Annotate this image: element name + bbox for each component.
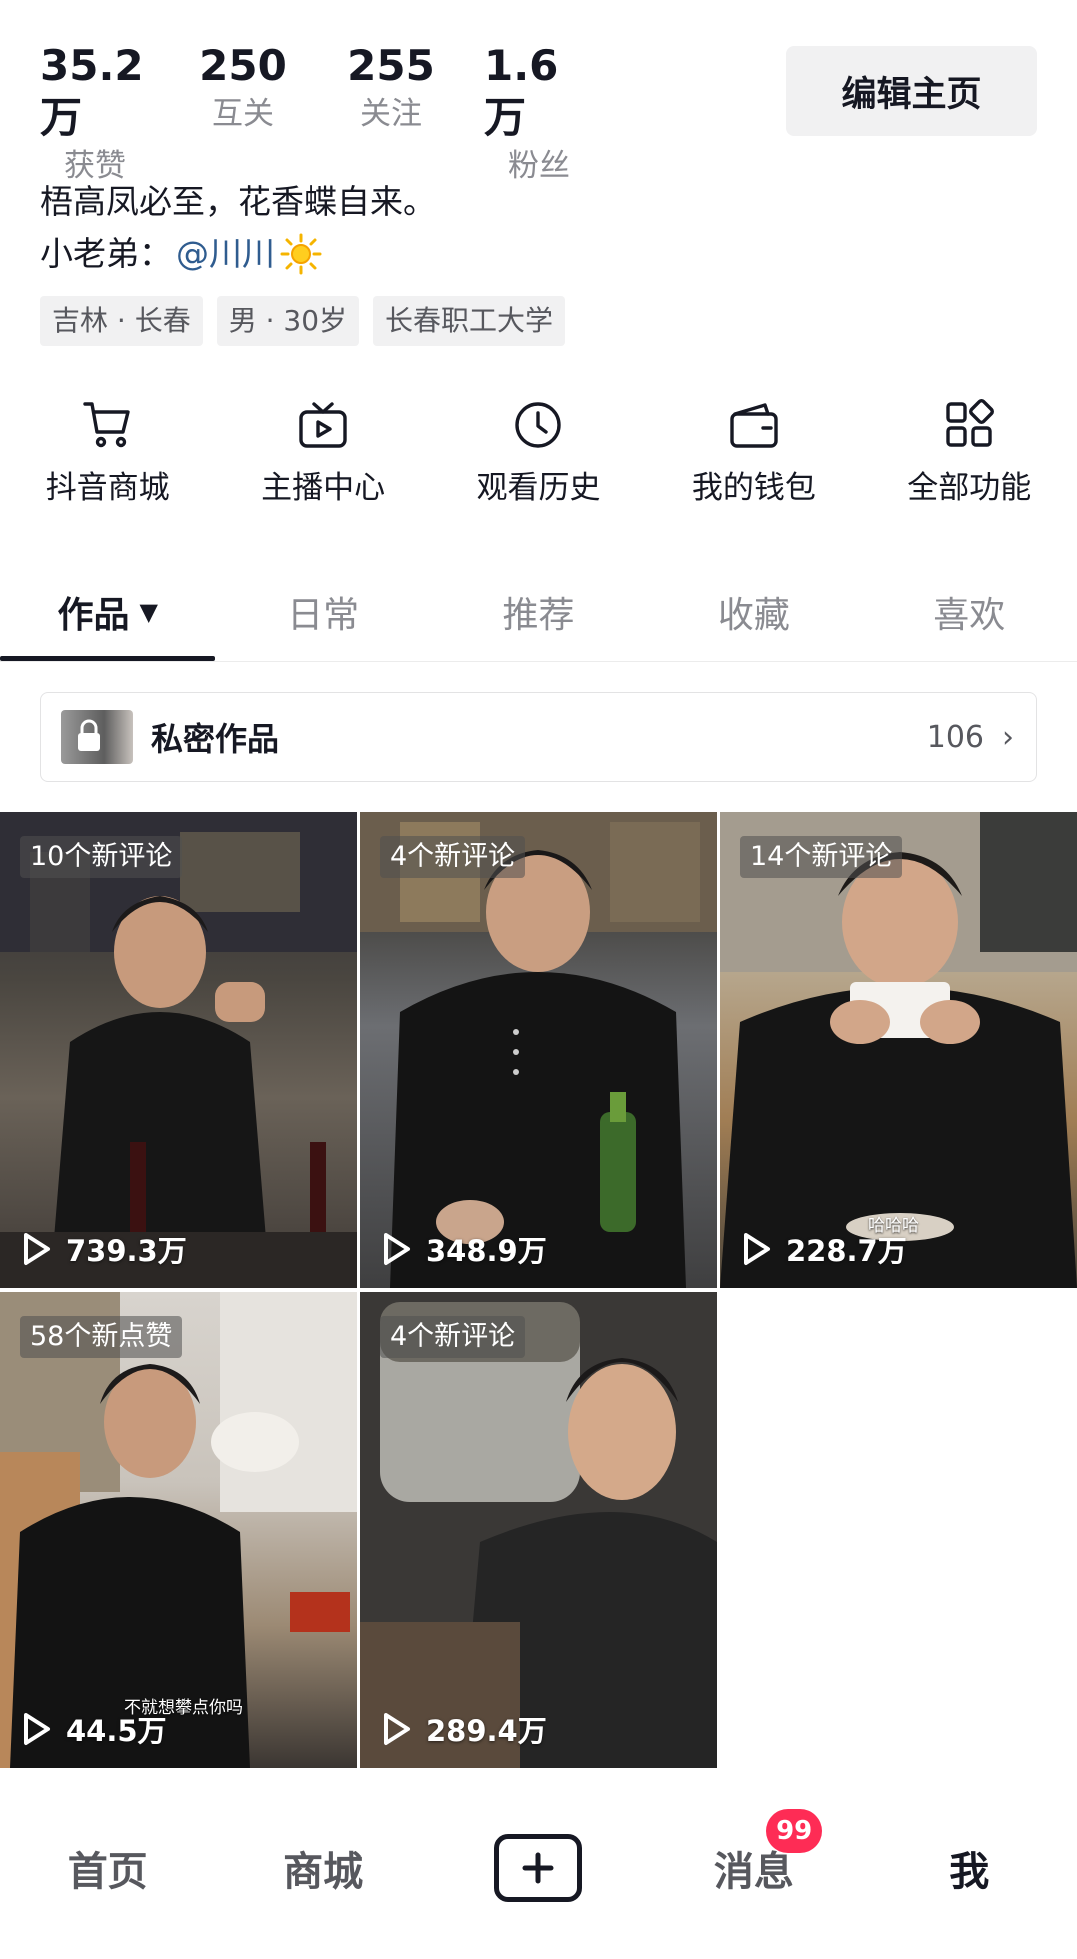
tag-gender-age: 男 · 30岁: [216, 296, 360, 346]
nav-me[interactable]: 我: [862, 1839, 1077, 1897]
video-tile[interactable]: 10个新评论 739.3万: [0, 812, 357, 1288]
tab-daily[interactable]: 日常: [215, 578, 430, 646]
func-douyin-mall[interactable]: 抖音商城: [0, 398, 215, 508]
video-tile[interactable]: 58个新点赞 不就想攀点你吗 44.5万: [0, 1292, 357, 1768]
plus-icon: [522, 1852, 554, 1884]
func-label: 全部功能: [907, 470, 1032, 506]
profile-tags: 吉林 · 长春 男 · 30岁 长春职工大学: [40, 296, 566, 346]
play-count-value: 289.4万: [426, 1714, 547, 1748]
create-button[interactable]: [494, 1834, 583, 1902]
func-streamer-center[interactable]: 主播中心: [215, 398, 430, 508]
bottom-navigation: 首页 商城 消息 99 我: [0, 1809, 1077, 1924]
video-tile[interactable]: 4个新评论 348.9万: [360, 812, 717, 1288]
play-count-value: 44.5万: [66, 1714, 167, 1748]
stat-likes-value: 35.2万: [40, 41, 144, 142]
stat-followers-label: 粉丝: [508, 148, 570, 184]
play-count: 44.5万: [22, 1708, 167, 1750]
play-count: 289.4万: [382, 1708, 547, 1750]
func-all-features[interactable]: 全部功能: [862, 398, 1077, 508]
tab-favorites-label: 收藏: [717, 595, 790, 636]
clock-icon: [515, 402, 562, 448]
tab-works[interactable]: 作品 ▼: [0, 578, 215, 646]
stat-following-label: 关注: [360, 96, 422, 132]
cart-icon: [82, 402, 130, 448]
tab-recommend-label: 推荐: [502, 595, 575, 636]
edit-profile-button[interactable]: 编辑主页: [786, 46, 1037, 136]
nav-mall[interactable]: 商城: [215, 1839, 430, 1897]
bio-mention-link[interactable]: @川川: [176, 232, 275, 276]
new-activity-badge: 4个新评论: [380, 836, 526, 878]
play-count: 228.7万: [742, 1228, 907, 1270]
video-tile[interactable]: 14个新评论 哈哈哈 228.7万: [720, 812, 1077, 1288]
caret-down-icon: ▼: [139, 598, 158, 626]
nav-home-label: 首页: [67, 1849, 148, 1895]
play-icon: [384, 1713, 410, 1745]
stat-likes[interactable]: 35.2万 获赞: [40, 40, 150, 186]
stat-following-value: 255: [347, 41, 435, 90]
private-works-entry[interactable]: 私密作品 106 ›: [40, 692, 1037, 782]
tag-school[interactable]: 长春职工大学: [373, 296, 566, 346]
active-tab-indicator: [0, 656, 215, 661]
tab-daily-label: 日常: [287, 595, 360, 636]
play-icon: [24, 1233, 50, 1265]
play-count-value: 739.3万: [66, 1234, 187, 1268]
tab-favorites[interactable]: 收藏: [646, 578, 861, 646]
video-thumbnail-image: [360, 812, 717, 1288]
func-label: 观看历史: [476, 470, 601, 506]
stat-followers-value: 1.6万: [484, 41, 559, 142]
bio-line-2: 小老弟： @川川: [40, 232, 323, 276]
new-activity-badge: 14个新评论: [740, 836, 903, 878]
stat-mutual[interactable]: 250 互关: [188, 40, 298, 186]
nav-mall-label: 商城: [283, 1849, 364, 1895]
profile-stats: 35.2万 获赞 250 互关 255 关注 1.6万 粉丝: [40, 40, 594, 186]
nav-me-label: 我: [949, 1849, 990, 1895]
nav-create[interactable]: [431, 1834, 646, 1902]
nav-home[interactable]: 首页: [0, 1839, 215, 1897]
func-label: 我的钱包: [691, 470, 816, 506]
video-tile[interactable]: 4个新评论 289.4万: [360, 1292, 717, 1768]
lock-icon: [78, 719, 100, 751]
stat-mutual-value: 250: [199, 41, 287, 90]
func-watch-history[interactable]: 观看历史: [431, 398, 646, 508]
content-tabs: 作品 ▼ 日常 推荐 收藏 喜欢: [0, 578, 1077, 662]
stat-followers[interactable]: 1.6万 粉丝: [484, 40, 594, 186]
sun-emoji-icon: [280, 233, 322, 275]
private-works-count: 106: [926, 719, 984, 755]
tv-play-icon: [299, 402, 347, 448]
bio-line-1: 梧高凤必至，花香蝶自来。: [40, 182, 436, 221]
func-label: 主播中心: [261, 470, 386, 506]
video-thumbnail-image: [0, 812, 357, 1288]
private-works-thumbnail: [61, 710, 133, 764]
tab-works-label: 作品: [57, 595, 130, 636]
tab-recommend[interactable]: 推荐: [431, 578, 646, 646]
private-works-title: 私密作品: [151, 720, 280, 758]
tag-location: 吉林 · 长春: [40, 296, 203, 346]
play-count: 348.9万: [382, 1228, 547, 1270]
grid-apps-icon: [946, 399, 995, 447]
chevron-right-icon: ›: [1002, 719, 1014, 755]
new-activity-badge: 10个新评论: [20, 836, 183, 878]
stat-mutual-label: 互关: [212, 96, 274, 132]
tab-likes-label: 喜欢: [933, 595, 1006, 636]
play-icon: [384, 1233, 410, 1265]
function-shortcuts: 抖音商城 主播中心 观看历史 我的钱包 全部功能: [0, 398, 1077, 508]
messages-unread-badge: 99: [766, 1809, 823, 1853]
play-count: 739.3万: [22, 1228, 187, 1270]
tab-likes[interactable]: 喜欢: [862, 578, 1077, 646]
func-wallet[interactable]: 我的钱包: [646, 398, 861, 508]
new-activity-badge: 4个新评论: [380, 1316, 526, 1358]
play-icon: [744, 1233, 770, 1265]
play-icon: [24, 1713, 50, 1745]
play-count-value: 348.9万: [426, 1234, 547, 1268]
func-label: 抖音商城: [45, 470, 170, 506]
stat-following[interactable]: 255 关注: [336, 40, 446, 186]
bio-prefix: 小老弟：: [40, 234, 172, 273]
new-activity-badge: 58个新点赞: [20, 1316, 183, 1358]
video-thumbnail-image: [360, 1292, 717, 1768]
wallet-icon: [730, 403, 778, 448]
nav-messages[interactable]: 消息 99: [646, 1809, 861, 1897]
profile-page: 35.2万 获赞 250 互关 255 关注 1.6万 粉丝 编辑主页 梧高凤必…: [0, 0, 1077, 1959]
play-count-value: 228.7万: [786, 1234, 907, 1268]
